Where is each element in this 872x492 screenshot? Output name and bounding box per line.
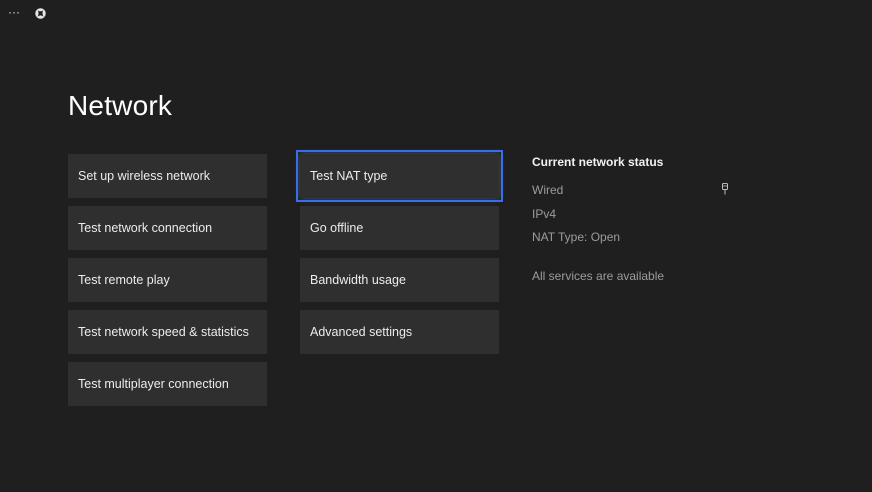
test-network-connection-button[interactable]: Test network connection xyxy=(68,206,267,250)
test-multiplayer-connection-button[interactable]: Test multiplayer connection xyxy=(68,362,267,406)
nat-type: NAT Type: Open xyxy=(532,230,621,244)
status-heading: Current network status xyxy=(532,155,664,169)
more-options-icon[interactable]: ··· xyxy=(8,6,22,20)
ethernet-plug-icon xyxy=(722,183,728,195)
connection-type-row: Wired xyxy=(532,183,732,207)
test-network-speed-button[interactable]: Test network speed & statistics xyxy=(68,310,267,354)
bandwidth-usage-button[interactable]: Bandwidth usage xyxy=(300,258,499,302)
setup-wireless-network-button[interactable]: Set up wireless network xyxy=(68,154,267,198)
ip-version: IPv4 xyxy=(532,206,557,221)
services-status: All services are available xyxy=(532,268,665,283)
left-menu: Set up wireless network Test network con… xyxy=(68,154,267,414)
middle-menu: Test NAT type Go offline Bandwidth usage… xyxy=(296,150,503,362)
test-remote-play-button[interactable]: Test remote play xyxy=(68,258,267,302)
go-offline-button[interactable]: Go offline xyxy=(300,206,499,250)
xbox-logo-icon[interactable] xyxy=(35,8,46,19)
network-status-panel: Current network status Wired IPv4 NAT Ty… xyxy=(532,155,732,292)
connection-type: Wired xyxy=(532,183,564,197)
advanced-settings-button[interactable]: Advanced settings xyxy=(300,310,499,354)
page-title: Network xyxy=(68,90,173,121)
top-bar: ··· xyxy=(0,0,872,28)
test-nat-type-button[interactable]: Test NAT type xyxy=(296,150,503,202)
